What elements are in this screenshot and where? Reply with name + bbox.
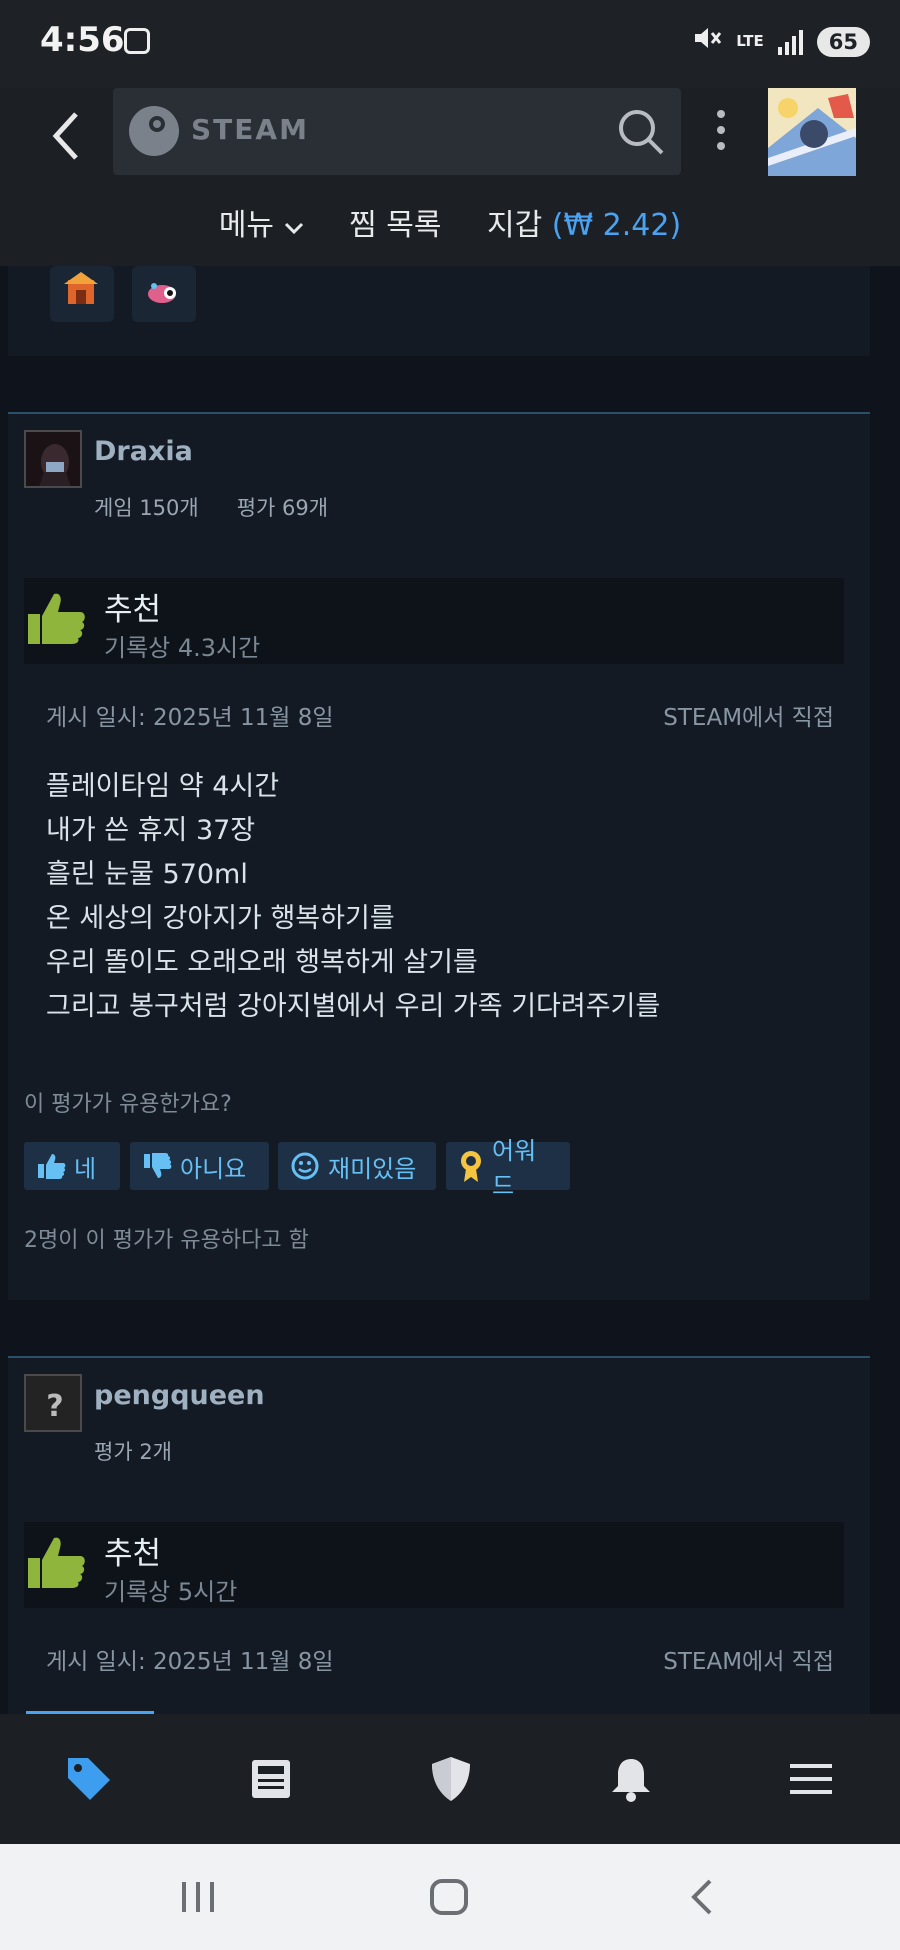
review-source: STEAM에서 직접 bbox=[663, 705, 834, 731]
review-text-line: 우리 똘이도 오래오래 행복하게 살기를 bbox=[46, 947, 478, 978]
review-text-line: 그리고 봉구처럼 강아지별에서 우리 가족 기다려주기를 bbox=[46, 991, 661, 1022]
system-navigation-bar bbox=[0, 1844, 900, 1950]
back-arrow-icon[interactable] bbox=[46, 106, 86, 166]
reviews-count[interactable]: 평가 2개 bbox=[94, 1440, 172, 1464]
store-nav: 메뉴 찜 목록 지갑 (₩ 2.42) bbox=[0, 200, 900, 244]
helpful-count: 2명이 이 평가가 유용하다고 함 bbox=[24, 1228, 309, 1253]
thumbs-up-icon bbox=[28, 593, 85, 644]
battery-indicator: 65 bbox=[816, 26, 870, 57]
award-icon bbox=[148, 283, 176, 303]
helpful-question: 이 평가가 유용한가요? bbox=[24, 1092, 232, 1117]
wallet-amount: (₩ 2.42) bbox=[551, 208, 682, 243]
posted-date: 게시 일시: 2025년 11월 8일 bbox=[46, 1649, 334, 1675]
award-ribbon-icon bbox=[461, 1151, 481, 1182]
hours-played: 기록상 4.3시간 bbox=[104, 634, 261, 662]
review-text-line: 흘린 눈물 570ml bbox=[46, 859, 248, 890]
signal-icon bbox=[777, 29, 803, 55]
menu-icon[interactable] bbox=[786, 1754, 836, 1804]
network-type: LTE bbox=[736, 32, 764, 50]
status-bar: 4:56 LTE 65 bbox=[0, 0, 900, 88]
reviews-count[interactable]: 평가 69개 bbox=[237, 496, 328, 520]
reviewer-stats: 게임 150개 평가 69개 bbox=[94, 492, 366, 522]
news-icon[interactable] bbox=[246, 1754, 296, 1804]
reviewer-avatar[interactable] bbox=[24, 430, 82, 488]
award-badge[interactable] bbox=[132, 266, 196, 322]
award-button[interactable]: 어워드 bbox=[446, 1137, 570, 1200]
chevron-down-icon bbox=[284, 222, 303, 235]
reviewer-stats: 평가 2개 bbox=[94, 1436, 210, 1466]
review-text-line: 내가 쓴 휴지 37장 bbox=[46, 815, 256, 846]
system-back-icon[interactable] bbox=[686, 1876, 716, 1918]
mute-icon bbox=[692, 24, 722, 59]
wishlist-link[interactable]: 찜 목록 bbox=[349, 208, 441, 243]
reviewer-name[interactable]: pengqueen bbox=[94, 1380, 265, 1411]
recommendation-block: 추천 기록상 5시간 bbox=[24, 1522, 844, 1608]
steam-logo-icon bbox=[129, 106, 179, 156]
home-icon[interactable] bbox=[428, 1876, 470, 1918]
review-card: ? pengqueen 평가 2개 추천 기록상 5시간 게시 일시: 2025… bbox=[8, 1356, 870, 1718]
award-badge[interactable] bbox=[50, 266, 114, 322]
previous-review-tail bbox=[8, 266, 870, 356]
menu-dropdown[interactable]: 메뉴 bbox=[219, 208, 304, 243]
vote-no-button[interactable]: 아니요 bbox=[130, 1142, 269, 1190]
search-icon[interactable] bbox=[615, 106, 667, 158]
verdict-title: 추천 bbox=[104, 1536, 162, 1572]
recommendation-block: 추천 기록상 4.3시간 bbox=[24, 578, 844, 664]
wallet-link[interactable]: 지갑 (₩ 2.42) bbox=[487, 208, 681, 243]
vote-funny-button[interactable]: 재미있음 bbox=[278, 1142, 436, 1190]
more-options-icon[interactable] bbox=[715, 110, 727, 158]
bottom-navigation bbox=[0, 1714, 900, 1844]
recent-apps-icon[interactable] bbox=[180, 1876, 216, 1918]
screenshot-indicator-icon bbox=[124, 28, 150, 54]
reviewer-avatar[interactable]: ? bbox=[24, 1374, 82, 1432]
bell-icon[interactable] bbox=[606, 1754, 656, 1804]
thumbs-down-icon bbox=[144, 1153, 172, 1178]
steam-header: STEAM 메뉴 찜 목록 지갑 (₩ 2.42) bbox=[0, 88, 900, 266]
hours-played: 기록상 5시간 bbox=[104, 1578, 238, 1606]
verdict-title: 추천 bbox=[104, 592, 162, 628]
status-time: 4:56 bbox=[40, 20, 125, 60]
store-tag-icon[interactable] bbox=[64, 1754, 114, 1804]
posted-date: 게시 일시: 2025년 11월 8일 bbox=[46, 705, 334, 731]
svg-text:?: ? bbox=[46, 1389, 63, 1424]
thumbs-up-icon bbox=[38, 1154, 66, 1179]
shield-icon[interactable] bbox=[426, 1754, 476, 1804]
reviewer-name[interactable]: Draxia bbox=[94, 436, 193, 467]
games-owned[interactable]: 게임 150개 bbox=[94, 496, 199, 520]
vote-yes-button[interactable]: 네 bbox=[24, 1142, 120, 1190]
steam-brand: STEAM bbox=[191, 113, 309, 146]
search-bar[interactable]: STEAM bbox=[113, 88, 681, 175]
award-icon bbox=[64, 272, 98, 304]
review-card: Draxia 게임 150개 평가 69개 추천 기록상 4.3시간 게시 일시:… bbox=[8, 412, 870, 1300]
smile-icon bbox=[291, 1152, 319, 1180]
review-text-line: 플레이타임 약 4시간 bbox=[46, 771, 280, 802]
review-text-line: 온 세상의 강아지가 행복하기를 bbox=[46, 903, 395, 934]
review-source: STEAM에서 직접 bbox=[663, 1649, 834, 1675]
thumbs-up-icon bbox=[28, 1537, 85, 1588]
user-avatar[interactable] bbox=[768, 88, 856, 176]
